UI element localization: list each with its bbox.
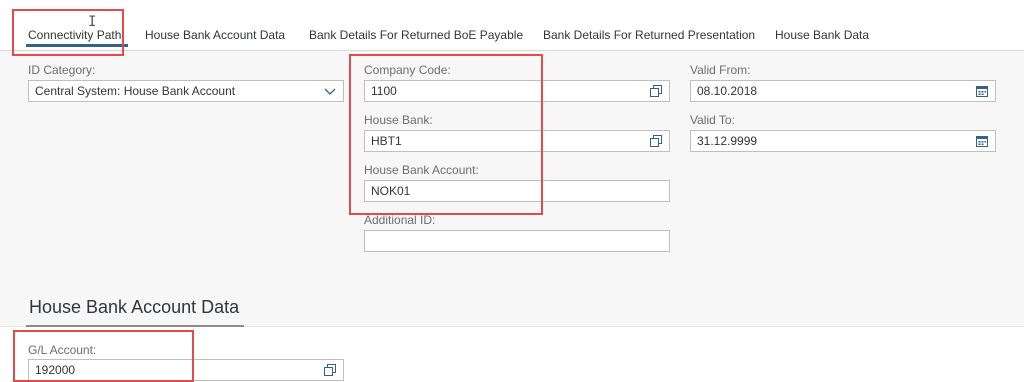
tab-bank-details-returned-boe-payable[interactable]: Bank Details For Returned BoE Payable xyxy=(309,28,523,42)
id-category-value: Central System: House Bank Account xyxy=(35,84,236,98)
tab-house-bank-account-data[interactable]: House Bank Account Data xyxy=(145,28,285,42)
highlight-gl-account xyxy=(13,330,194,382)
highlight-connectivity-tab xyxy=(12,9,124,56)
valid-from-value: 08.10.2018 xyxy=(697,84,758,98)
section-title: House Bank Account Data xyxy=(29,297,240,317)
calendar-icon[interactable] xyxy=(976,135,988,147)
section-title-underline xyxy=(26,325,244,327)
additional-id-label: Additional ID: xyxy=(364,213,436,227)
value-help-icon[interactable] xyxy=(324,364,336,376)
valid-to-input[interactable]: 31.12.9999 xyxy=(690,130,996,152)
valid-from-label: Valid From: xyxy=(690,63,751,77)
id-category-label: ID Category: xyxy=(28,63,96,77)
calendar-icon[interactable] xyxy=(976,85,988,97)
tab-bank-details-returned-presentation[interactable]: Bank Details For Returned Presentation xyxy=(543,28,755,42)
valid-to-label: Valid To: xyxy=(690,113,735,127)
tab-house-bank-data[interactable]: House Bank Data xyxy=(775,28,869,42)
highlight-bank-fields xyxy=(349,54,543,215)
value-help-icon[interactable] xyxy=(650,135,662,147)
value-help-icon[interactable] xyxy=(650,85,662,97)
additional-id-input[interactable] xyxy=(364,230,670,252)
chevron-down-icon[interactable] xyxy=(324,86,336,96)
valid-to-value: 31.12.9999 xyxy=(697,134,758,148)
valid-from-input[interactable]: 08.10.2018 xyxy=(690,80,996,102)
tab-bar: Connectivity Path House Bank Account Dat… xyxy=(0,0,1024,51)
id-category-select[interactable]: Central System: House Bank Account xyxy=(28,80,344,102)
